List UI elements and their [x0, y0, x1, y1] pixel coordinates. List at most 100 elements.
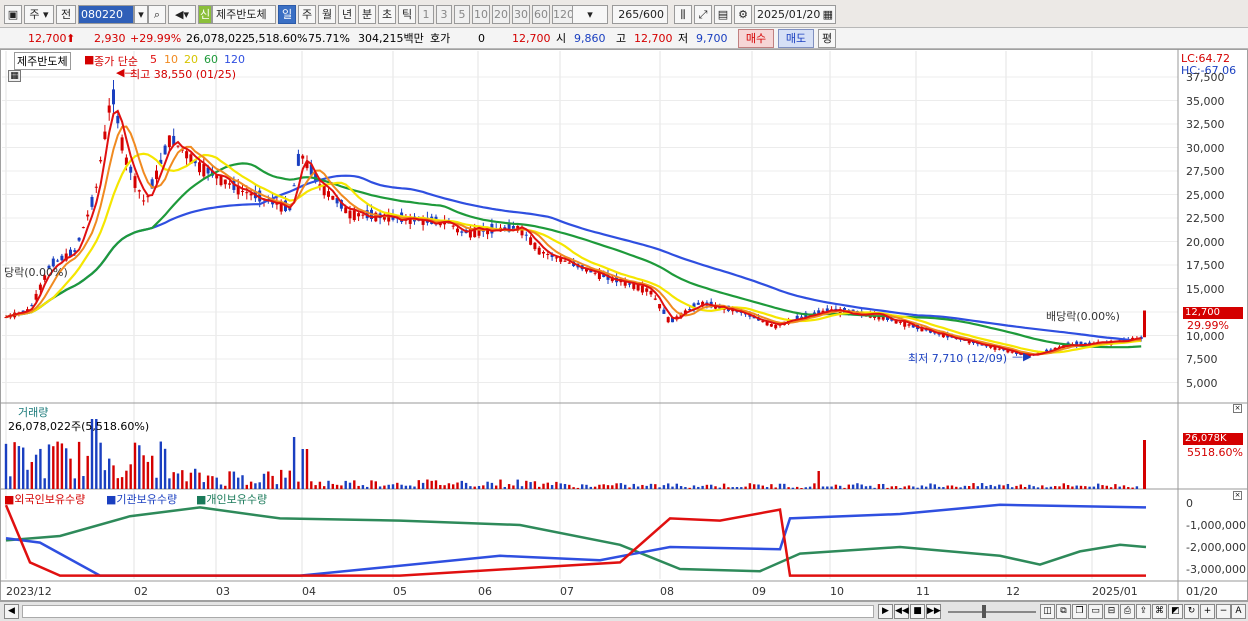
sell-button[interactable]: 매도	[778, 29, 814, 48]
candle-body	[666, 317, 670, 323]
volume-bar	[486, 481, 489, 489]
volume-bar	[258, 482, 261, 489]
volume-bar	[1028, 484, 1031, 489]
copy-icon[interactable]: ❐	[1072, 604, 1087, 619]
fast-forward-icon[interactable]: ▶▶	[926, 604, 941, 619]
volume-pct-tag: 5518.60%	[1187, 446, 1243, 459]
volume-bar	[4, 443, 8, 489]
volume-bar	[602, 484, 605, 489]
volume-bar	[1045, 487, 1048, 489]
split-icon[interactable]: ⊟	[1104, 604, 1119, 619]
xaxis-tick: 11	[916, 585, 930, 598]
code-dropdown-icon[interactable]: ▾	[134, 5, 148, 24]
holdings-panel-close-icon[interactable]: ×	[1233, 491, 1242, 500]
legend-ma120: 120	[224, 53, 245, 66]
interval-button-2[interactable]: 5	[454, 5, 470, 24]
calendar-icon[interactable]: ▦	[823, 6, 833, 23]
volume-bar	[507, 484, 511, 489]
zoom-slider[interactable]	[948, 605, 1036, 618]
volume-bar	[533, 481, 537, 489]
overlay-icon[interactable]: ◫	[1040, 604, 1055, 619]
volume-bar	[955, 486, 958, 489]
print-icon[interactable]: ⎙	[1120, 604, 1135, 619]
stock-code-input[interactable]: 080220	[78, 5, 134, 24]
period-button-5[interactable]: 초	[378, 5, 396, 24]
volume-bar	[1066, 485, 1070, 489]
buy-button[interactable]: 매수	[738, 29, 774, 48]
period-button-2[interactable]: 월	[318, 5, 336, 24]
window-menu-icon[interactable]: ▣	[4, 5, 22, 24]
interval-button-5[interactable]: 30	[512, 5, 530, 24]
interval-button-0[interactable]: 1	[418, 5, 434, 24]
volume-bar	[1071, 486, 1074, 489]
draw-tool-icon[interactable]: ⤢	[694, 5, 712, 24]
scrollbar-track[interactable]	[22, 605, 874, 618]
interval-custom-select[interactable]: ▾	[572, 5, 608, 24]
zoom-slider-handle[interactable]	[982, 605, 986, 618]
bar-count-input[interactable]: 265/600	[612, 5, 668, 24]
period-type-select[interactable]: 주 ▾	[24, 5, 54, 24]
interval-button-3[interactable]: 10	[472, 5, 490, 24]
evaluate-button[interactable]: 평	[818, 29, 836, 48]
period-button-6[interactable]: 틱	[398, 5, 416, 24]
interval-button-4[interactable]: 20	[492, 5, 510, 24]
volume-bar	[189, 472, 193, 489]
interval-button-7[interactable]: 120	[552, 5, 574, 24]
compare-icon[interactable]: ⧉	[1056, 604, 1071, 619]
candle-body	[137, 190, 141, 192]
volume-panel-close-icon[interactable]: ×	[1233, 404, 1242, 413]
stop-icon[interactable]: ■	[910, 604, 925, 619]
interval-button-1[interactable]: 3	[436, 5, 452, 24]
volume-bar	[980, 483, 984, 489]
volume-bar	[69, 458, 72, 489]
volume-bar	[813, 483, 816, 489]
candle-icon[interactable]: ⫼	[674, 5, 692, 24]
period-button-1[interactable]: 주	[298, 5, 316, 24]
search-icon[interactable]: ⌕	[148, 5, 166, 24]
font-size-icon[interactable]: A	[1231, 604, 1246, 619]
volume-bar	[998, 484, 1001, 489]
volume-bar	[482, 485, 485, 489]
rewind-icon[interactable]: ◀◀	[894, 604, 909, 619]
candle-body	[112, 89, 115, 105]
volume-bar	[138, 445, 141, 489]
volume-bar	[417, 480, 420, 489]
period-button-0[interactable]: 일	[278, 5, 296, 24]
volume-bar	[512, 485, 515, 489]
interval-button-6[interactable]: 60	[532, 5, 550, 24]
scroll-right-icon[interactable]: ▶	[878, 604, 893, 619]
image-icon[interactable]: ◩	[1168, 604, 1183, 619]
volume-bar	[641, 484, 644, 489]
candle-body	[331, 195, 335, 200]
scroll-left-icon[interactable]: ◀	[4, 604, 19, 619]
attach-icon[interactable]: ⌘	[1152, 604, 1167, 619]
volume-bar	[469, 486, 472, 489]
period-button-3[interactable]: 년	[338, 5, 356, 24]
scroll-bar-area: ◀ ▶ ◀◀ ■ ▶▶ ◫ ⧉ ❐ ▭ ⊟ ⎙ ⇪ ⌘ ◩ ↻ + − A	[0, 601, 1248, 621]
volume-bar	[688, 487, 691, 489]
legend-ma20: 20	[184, 53, 198, 66]
zoom-in-icon[interactable]: +	[1200, 604, 1215, 619]
zoom-out-icon[interactable]: −	[1216, 604, 1231, 619]
volume-bar	[817, 471, 820, 489]
table-view-icon[interactable]: ▦	[8, 70, 21, 82]
speaker-icon[interactable]: ◀▾	[168, 5, 196, 24]
price-ytick: 17,500	[1186, 259, 1225, 272]
layout-icon[interactable]: ▭	[1088, 604, 1103, 619]
volume-bar	[950, 485, 954, 489]
refresh-icon[interactable]: ↻	[1184, 604, 1199, 619]
xaxis-tick: 06	[478, 585, 492, 598]
price-tag: 12,700	[1183, 307, 1243, 319]
volume-bar	[232, 471, 236, 489]
save-icon[interactable]: ▤	[714, 5, 732, 24]
volume-bar	[710, 484, 713, 489]
date-input[interactable]: 2025/01/20 ▦	[754, 5, 836, 24]
settings-gear-icon[interactable]: ⚙	[734, 5, 752, 24]
volume-bar	[284, 477, 287, 489]
candle-body	[645, 288, 649, 292]
export-icon[interactable]: ⇪	[1136, 604, 1151, 619]
period-button-4[interactable]: 분	[358, 5, 376, 24]
prev-button[interactable]: 전	[56, 5, 76, 24]
volume-bar	[194, 468, 197, 489]
chart-canvas[interactable]	[0, 49, 1248, 601]
